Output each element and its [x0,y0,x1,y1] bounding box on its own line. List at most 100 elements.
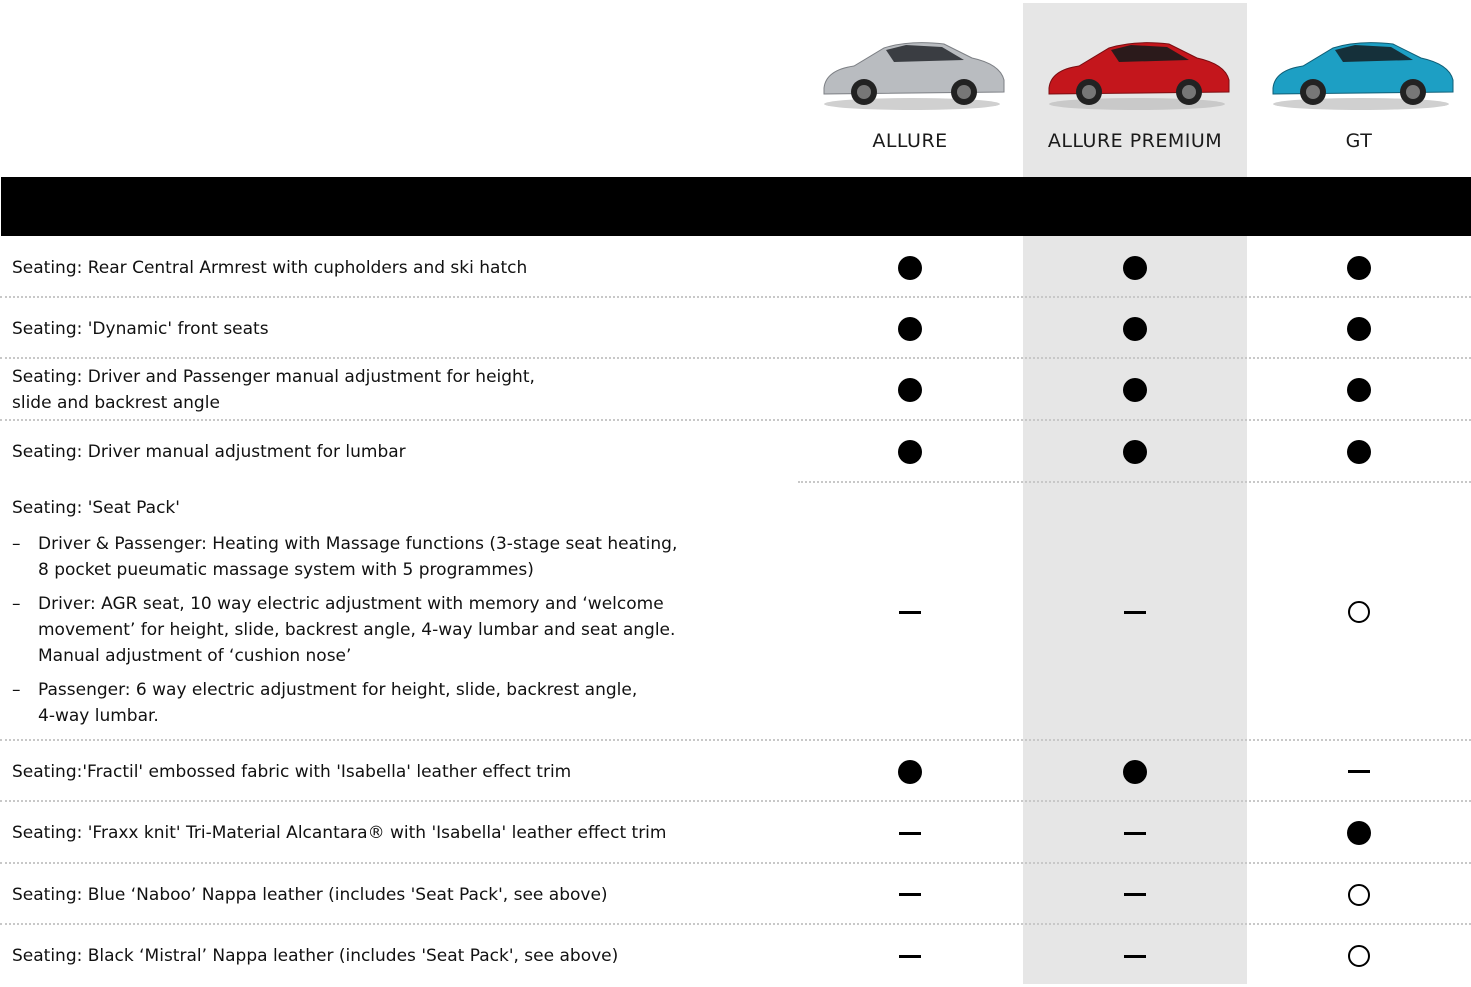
standard-mark-icon [898,440,922,464]
feature-subitem: – Passenger: 6 way electric adjustment fo… [12,677,772,729]
availability-cell [1247,359,1471,421]
feature-label: Seating: Rear Central Armrest with cupho… [12,237,772,298]
availability-cell [1247,864,1471,925]
bullet-dash: – [12,680,21,700]
availability-cell [1247,237,1471,298]
feature-label: Seating: 'Seat Pack' – Driver & Passenger:… [12,483,772,741]
feature-subitem-text: Passenger: 6 way electric adjustment for… [38,680,638,726]
feature-subitem-text: Driver: AGR seat, 10 way electric adjust… [38,594,676,666]
table-row: Seating: 'Seat Pack' – Driver & Passenger:… [0,483,1471,741]
trim-name-allure: ALLURE [872,130,948,152]
not-available-dash-icon [899,893,921,896]
car-image-silver [823,42,1005,110]
feature-label-line: Seating: Black ‘Mistral’ Nappa leather (… [12,946,619,966]
table-row: Seating: Driver and Passenger manual adj… [0,359,1471,421]
availability-cell [1247,483,1471,741]
feature-subitem: – Driver & Passenger: Heating with Massag… [12,531,772,583]
availability-cell [798,925,1022,987]
table-row: Seating: Blue ‘Naboo’ Nappa leather (inc… [0,864,1471,925]
feature-label: Seating: Black ‘Mistral’ Nappa leather (… [12,925,772,987]
availability-cell [798,483,1022,741]
availability-cell [1247,925,1471,987]
feature-label: Seating: 'Dynamic' front seats [12,298,772,359]
availability-cell [798,359,1022,421]
availability-cell [1023,802,1247,864]
bullet-dash: – [12,534,21,554]
availability-cell [798,421,1022,483]
trim-name-gt: GT [1345,130,1373,152]
availability-cell [1247,421,1471,483]
table-row: Seating:'Fractil' embossed fabric with '… [0,741,1471,802]
car-image-blue [1272,42,1454,110]
standard-mark-icon [898,316,922,341]
standard-mark-icon [1123,378,1147,402]
feature-label-line: Seating: 'Fraxx knit' Tri-Material Alcan… [12,823,667,843]
feature-label-line: Seating: 'Seat Pack' [12,498,180,518]
table-row: Seating: 'Fraxx knit' Tri-Material Alcan… [0,802,1471,864]
feature-label: Seating:'Fractil' embossed fabric with '… [12,741,772,802]
not-available-dash-icon [1124,831,1146,835]
feature-subitem: – Driver: AGR seat, 10 way electric adjus… [12,591,772,669]
standard-mark-icon [898,255,922,280]
availability-cell [1247,802,1471,864]
feature-label: Seating: Blue ‘Naboo’ Nappa leather (inc… [12,864,772,925]
trim-header: ALLURE ALLURE PREMIUM GT [0,0,1471,176]
feature-subitem-text: Driver & Passenger: Heating with Massage… [38,534,678,580]
availability-cell [798,237,1022,298]
section-header-bar [1,177,1471,236]
standard-mark-icon [898,759,922,784]
feature-label-line: Seating: Blue ‘Naboo’ Nappa leather (inc… [12,884,608,905]
bullet-dash: – [12,594,21,614]
availability-cell [1023,741,1247,802]
feature-label: Seating: Driver and Passenger manual adj… [12,359,772,421]
availability-cell [1023,864,1247,925]
feature-label: Seating: Driver manual adjustment for lu… [12,421,772,483]
trim-column-allure: ALLURE [798,0,1022,176]
feature-label-line: Seating: Rear Central Armrest with cupho… [12,257,528,278]
table-row: Seating: Rear Central Armrest with cupho… [0,237,1471,298]
standard-mark-icon [898,378,922,402]
availability-cell [798,298,1022,359]
standard-mark-icon [1123,255,1147,280]
option-mark-icon [1348,883,1370,906]
availability-cell [1023,421,1247,483]
feature-label-line: Seating: 'Dynamic' front seats [12,318,269,339]
not-available-dash-icon [899,954,921,958]
standard-mark-icon [1123,316,1147,341]
car-image-red [1048,42,1230,110]
standard-mark-icon [1347,440,1371,464]
trim-name-allure-premium: ALLURE PREMIUM [1047,130,1223,152]
trim-column-allure-premium: ALLURE PREMIUM [1023,0,1247,176]
feature-label-line: Seating: Driver manual adjustment for lu… [12,442,406,462]
not-available-dash-icon [1124,893,1146,896]
availability-cell [798,802,1022,864]
table-row: Seating: Black ‘Mistral’ Nappa leather (… [0,925,1471,987]
standard-mark-icon [1347,255,1371,280]
standard-mark-icon [1123,759,1147,784]
option-mark-icon [1348,945,1370,967]
feature-label-line: Seating:'Fractil' embossed fabric with '… [12,761,572,782]
feature-label: Seating: 'Fraxx knit' Tri-Material Alcan… [12,802,772,864]
availability-cell [1247,741,1471,802]
feature-table: Seating: Rear Central Armrest with cupho… [0,237,1471,987]
availability-cell [1023,359,1247,421]
standard-mark-icon [1347,821,1371,845]
availability-cell [1023,298,1247,359]
standard-mark-icon [1123,440,1147,464]
not-available-dash-icon [1124,610,1146,614]
feature-label-line: Seating: Driver and Passenger manual adj… [12,367,535,387]
availability-cell [1247,298,1471,359]
table-row: Seating: 'Dynamic' front seats [0,298,1471,359]
availability-cell [798,864,1022,925]
option-mark-icon [1348,601,1370,623]
standard-mark-icon [1347,378,1371,402]
availability-cell [798,741,1022,802]
not-available-dash-icon [899,610,921,614]
not-available-dash-icon [1124,954,1146,958]
trim-column-gt: GT [1247,0,1471,176]
standard-mark-icon [1347,316,1371,341]
availability-cell [1023,237,1247,298]
not-available-dash-icon [1348,770,1370,773]
not-available-dash-icon [899,831,921,835]
availability-cell [1023,483,1247,741]
